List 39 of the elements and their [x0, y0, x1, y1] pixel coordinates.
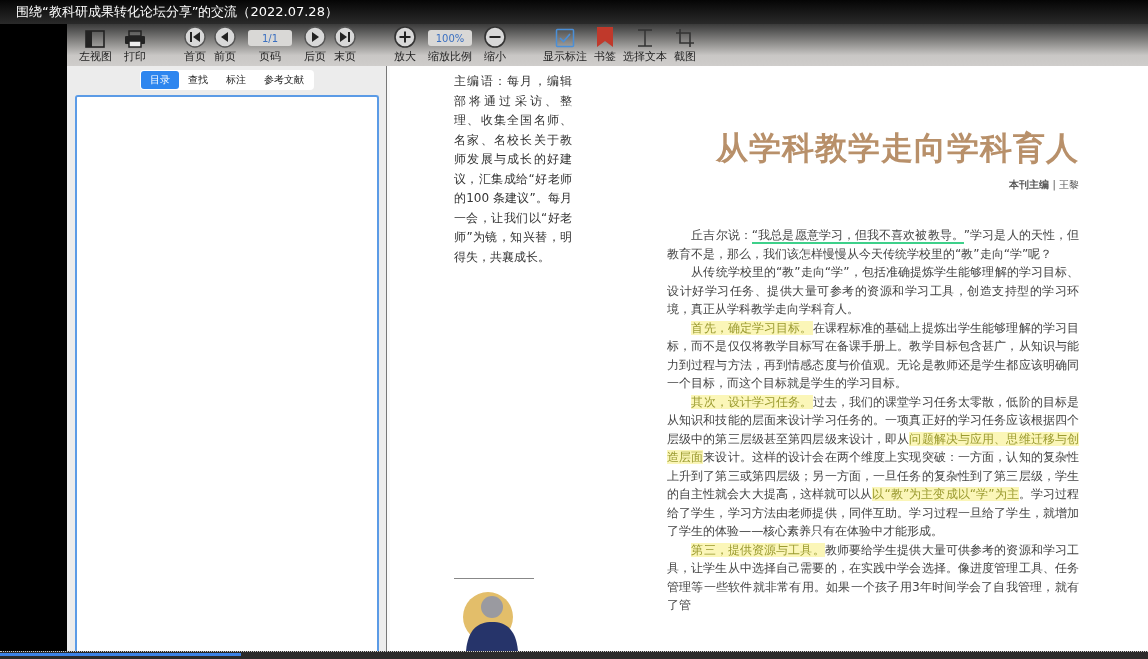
- printer-icon: [124, 30, 146, 48]
- article-paragraph: 首先，确定学习目标。在课程标准的基础上提炼出学生能够理解的学习目标，而不是仅仅将教学目标写在备课手册上。教学目标包含甚广，从知识与能力到过程与方法，再到情感态度与价值观。无论是教师还是学生都应该明确同一个目标，而这个目标就是学生的学习目标。: [667, 319, 1079, 392]
- video-title: 围绕“教科研成果转化论坛分享”的交流（2022.07.28）: [16, 3, 338, 21]
- zoom-out-icon: [484, 26, 506, 48]
- toolbar-button[interactable]: 后页: [300, 26, 330, 64]
- video-progress-bar[interactable]: [0, 651, 1148, 659]
- toolbar-button[interactable]: 截图: [670, 28, 700, 64]
- toolbar-button[interactable]: 左视图: [70, 30, 120, 64]
- text-cursor-icon: [635, 28, 655, 48]
- toolbar-button[interactable]: 打印: [120, 30, 150, 64]
- next-page-icon: [304, 26, 326, 48]
- toolbar-button[interactable]: 书签: [590, 26, 620, 64]
- previous-page-icon: [214, 26, 236, 48]
- article-paragraph: 其次，设计学习任务。过去，我们的课堂学习任务太零散，低阶的目标是从知识和技能的层面来设计学习任务的。一项真正好的学习任务应该根据四个层级中的第三层级甚至第四层级来设计，即从问题解决与应用、思维迁移与创造层面来设计。这样的设计会在两个维度上实现突破：一方面，认知的复杂性上升到了第三或第四层级；另一方面，一旦任务的复杂性到了第三层级，学生的自主性就会大大提高，这样就可以从以“教”为主变成以“学”为主。学习过程给了学生，学习方法由老师提供，同伴互助。学习过程一旦给了学生，就增加了学生的体验——核心素养只有在体验中才能形成。: [667, 393, 1079, 540]
- toolbar-field[interactable]: 100%: [428, 30, 472, 46]
- first-page-icon: [184, 26, 206, 48]
- toolbar-button[interactable]: 末页: [330, 26, 360, 64]
- toolbar-button[interactable]: 显示标注: [540, 28, 590, 64]
- toolbar-label: 页码: [259, 49, 281, 64]
- toolbar-button[interactable]: 缩小: [480, 26, 510, 64]
- panel-view-icon: [85, 30, 105, 48]
- byline: 本刊主编 | 王黎: [1008, 178, 1079, 192]
- article-title: 从学科教学走向学科育人: [714, 128, 1079, 168]
- toolbar-button[interactable]: 选择文本: [620, 28, 670, 64]
- article-paragraph: 从传统学校里的“教”走向“学”，包括准确提炼学生能够理解的学习目标、设计好学习任务、提供大量可参考的资源和学习工具，创造支持型的学习环境，真正从学科教学走向学科育人。: [667, 264, 1079, 318]
- last-page-icon: [334, 26, 356, 48]
- toolbar-button[interactable]: 放大: [390, 26, 420, 64]
- editor-note: 主编语：每月，编辑部将通过采访、整理、收集全国名师、名家、名校长关于教师发展与成长的好建议，汇集成给“好老师的100 条建议”。每月一会，让我们以“好老师”为镜，知兴替，明得失，共襄成长。: [454, 73, 572, 266]
- bookmark-icon: [596, 26, 614, 48]
- toolbar-button[interactable]: 前页: [210, 26, 240, 64]
- toolbar-button[interactable]: 首页: [180, 26, 210, 64]
- crop-icon: [675, 28, 695, 48]
- toolbar-label: 缩放比例: [428, 49, 472, 64]
- panel-splitter[interactable]: [386, 66, 390, 651]
- toolbar-field[interactable]: 1/1: [248, 30, 292, 46]
- article-paragraph: 丘吉尔说：“我总是愿意学习，但我不喜欢被教导。”学习是人的天性，但教育不是，那么，我们该怎样慢慢从今天传统学校里的“教”走向“学”呢？: [667, 227, 1079, 263]
- article-paragraph: 第三，提供资源与工具。教师要给学生提供大量可供参考的资源和学习工具，让学生从中选择自己需要的，在实践中学会选择。像进度管理工具、任务管理等一些软件就非常有用。如果一个孩子用3年时间学会了自我管理，就有了管: [667, 541, 1079, 614]
- zoom-in-icon: [394, 26, 416, 48]
- sidebar-tab[interactable]: 目录: [140, 71, 179, 89]
